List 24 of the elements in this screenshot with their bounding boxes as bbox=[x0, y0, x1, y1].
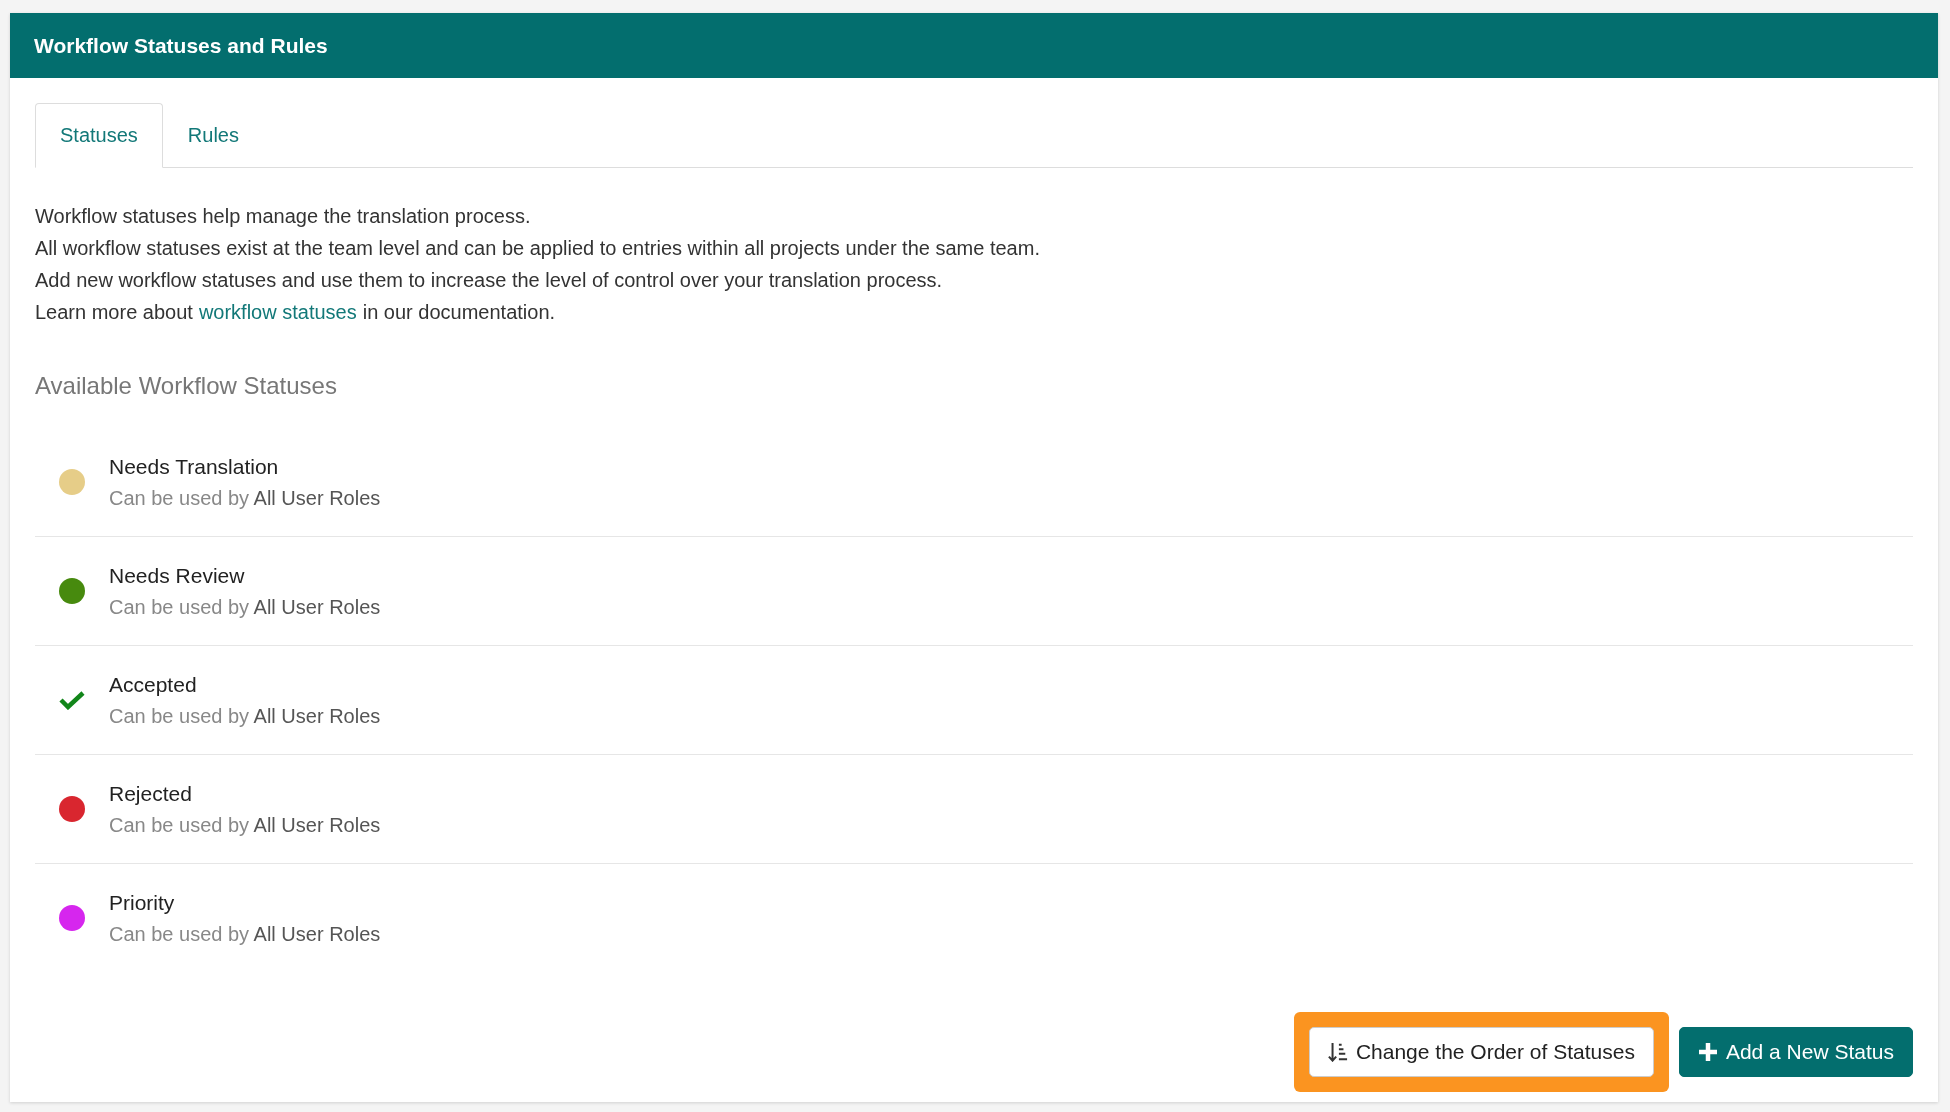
status-name: Needs Review bbox=[109, 563, 246, 588]
section-heading: Available Workflow Statuses bbox=[35, 372, 338, 400]
status-usage: Can be used by All User Roles bbox=[109, 704, 381, 728]
tab[interactable]: Statuses bbox=[35, 103, 163, 168]
status-name: Rejected bbox=[109, 781, 193, 806]
sort-icon bbox=[1327, 1042, 1348, 1062]
intro-text: Learn more about bbox=[35, 300, 193, 325]
status-usage: Can be used by All User Roles bbox=[109, 813, 381, 837]
intro-text: Add new workflow statuses and use them to increase the level of control over your translation process. bbox=[35, 268, 944, 293]
panel-title: Workflow Statuses and Rules bbox=[34, 33, 328, 58]
status-name: Accepted bbox=[109, 672, 198, 697]
status-name: Priority bbox=[109, 890, 176, 915]
status-name: Needs Translation bbox=[109, 454, 280, 479]
status-usage: Can be used by All User Roles bbox=[109, 922, 381, 946]
intro-text: Workflow statuses help manage the translation process. bbox=[35, 204, 532, 229]
intro-text: in our documentation. bbox=[362, 300, 556, 325]
status-usage: Can be used by All User Roles bbox=[109, 595, 381, 619]
status-usage: Can be used by All User Roles bbox=[109, 486, 381, 510]
tab[interactable]: Rules bbox=[162, 103, 264, 168]
documentation-link[interactable]: workflow statuses bbox=[198, 296, 357, 328]
plus-icon bbox=[1697, 1042, 1718, 1062]
change-order-button[interactable]: Change the Order of Statuses bbox=[1308, 1027, 1654, 1077]
intro-text: All workflow statuses exist at the team level and can be applied to entries within all projects under the same team. bbox=[35, 236, 1041, 261]
add-status-button[interactable]: Add a New Status bbox=[1678, 1027, 1913, 1077]
